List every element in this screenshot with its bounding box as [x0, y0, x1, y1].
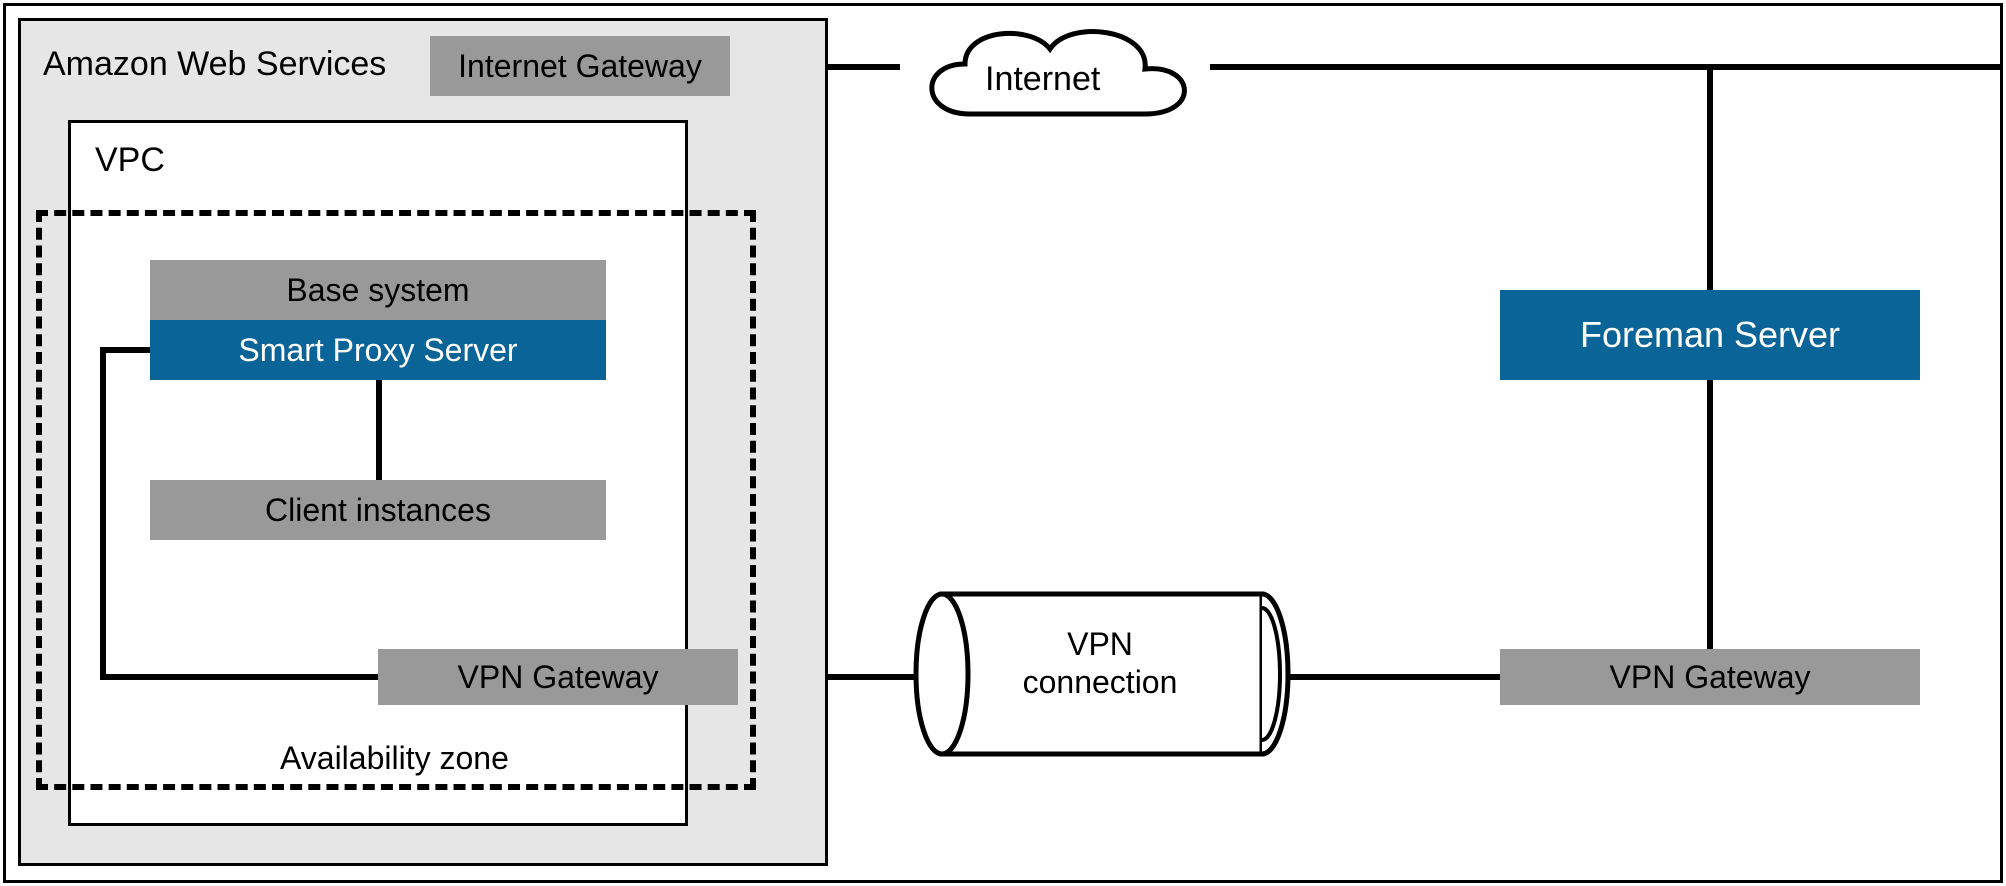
internet-gateway-node: Internet Gateway: [430, 36, 730, 96]
internet-gateway-label: Internet Gateway: [430, 36, 730, 96]
client-instances-label: Client instances: [150, 480, 606, 540]
smart-proxy-server-node: Smart Proxy Server: [150, 320, 606, 380]
aws-vpn-gateway-label: VPN Gateway: [378, 649, 738, 705]
connector-smart-proxy-elbow-bottom: [100, 674, 382, 680]
vpn-connection-label: VPN connection: [1000, 625, 1200, 702]
foreman-server-node: Foreman Server: [1500, 290, 1920, 380]
connector-smart-proxy-elbow-vertical: [100, 350, 106, 676]
aws-vpn-gateway-node: VPN Gateway: [378, 649, 738, 705]
vpn-connection-text: VPN connection: [1023, 626, 1178, 700]
connector-foreman-to-vpn-gateway: [1707, 380, 1713, 650]
client-instances-node: Client instances: [150, 480, 606, 540]
base-system-node: Base system: [150, 260, 606, 320]
onprem-vpn-gateway-label: VPN Gateway: [1500, 649, 1920, 705]
foreman-server-label: Foreman Server: [1500, 290, 1920, 380]
connector-smart-proxy-to-clients: [376, 380, 382, 480]
connector-foreman-to-internet: [1707, 67, 1713, 291]
aws-title: Amazon Web Services: [43, 45, 386, 84]
connector-vpn-connection-to-vpn-gateway: [1284, 674, 1502, 680]
onprem-vpn-gateway-node: VPN Gateway: [1500, 649, 1920, 705]
smart-proxy-server-label: Smart Proxy Server: [150, 320, 606, 380]
connector-smart-proxy-elbow-top: [100, 347, 154, 353]
availability-zone-label: Availability zone: [280, 740, 509, 777]
internet-label: Internet: [985, 60, 1100, 99]
connector-internet-to-right: [1210, 64, 2000, 70]
vpc-title: VPC: [95, 141, 165, 180]
architecture-diagram: Amazon Web Services VPC Availability zon…: [0, 0, 2006, 886]
base-system-label: Base system: [150, 260, 606, 320]
